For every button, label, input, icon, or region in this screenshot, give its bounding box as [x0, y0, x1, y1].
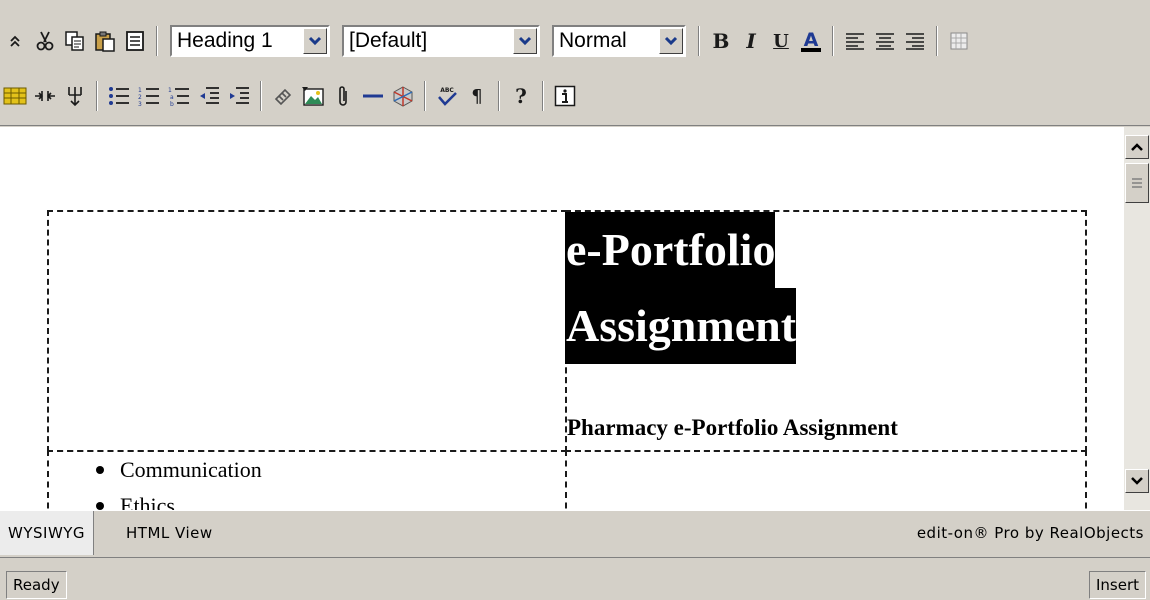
spellcheck-icon[interactable]: ABC [435, 84, 459, 108]
table-cell-top-left[interactable] [47, 210, 567, 452]
bold-icon[interactable]: B [709, 29, 733, 53]
paste-icon[interactable] [93, 29, 117, 53]
paste-text-icon[interactable] [123, 29, 147, 53]
selected-heading-line-2[interactable]: Assignment [565, 288, 797, 364]
view-tabs: WYSIWYG HTML View edit-on® Pro by RealOb… [0, 510, 1150, 558]
copy-icon[interactable] [63, 29, 87, 53]
align-right-icon[interactable] [903, 29, 927, 53]
scroll-thumb[interactable] [1125, 163, 1149, 203]
insert-image-icon[interactable] [301, 84, 325, 108]
table-properties-icon[interactable] [3, 84, 27, 108]
svg-text:A: A [804, 29, 819, 51]
paragraph-style-select[interactable]: Heading 1 [170, 25, 330, 57]
indent-icon[interactable] [227, 84, 251, 108]
attachment-icon[interactable] [331, 84, 355, 108]
paragraph-marks-icon[interactable]: ¶ [465, 84, 489, 108]
vertical-scrollbar[interactable] [1124, 127, 1150, 510]
tab-html-view[interactable]: HTML View [118, 511, 221, 555]
toolbar-separator [832, 26, 834, 56]
toolbar-row-1: Heading 1 [Default] Normal B I U A [0, 21, 974, 61]
svg-text:1: 1 [168, 87, 172, 94]
status-insert-mode: Insert [1088, 571, 1146, 599]
align-center-icon[interactable] [873, 29, 897, 53]
toolbar-separator [698, 26, 700, 56]
bullet-icon [96, 501, 104, 510]
svg-text:2: 2 [138, 94, 142, 101]
svg-text:ABC: ABC [440, 87, 454, 94]
svg-text:a: a [170, 94, 174, 101]
scroll-up-button[interactable] [1125, 135, 1149, 159]
status-bar: Ready Insert [0, 559, 1150, 600]
insert-object-icon[interactable] [391, 84, 415, 108]
svg-text:b: b [170, 101, 174, 107]
list-item[interactable]: Communication [96, 457, 262, 483]
cut-icon[interactable] [33, 29, 57, 53]
paragraph-style-select-value: Heading 1 [177, 29, 273, 52]
help-icon[interactable]: ? [509, 84, 533, 108]
list-item[interactable]: Ethics [96, 493, 175, 510]
split-cell-icon[interactable] [33, 84, 57, 108]
merge-cell-icon[interactable] [63, 84, 87, 108]
toolbar-separator [156, 26, 158, 56]
font-family-select-dropdown-button[interactable] [513, 28, 537, 54]
toolbar-separator [936, 26, 938, 56]
bullet-icon [96, 465, 104, 474]
collapse-toolbar-icon[interactable] [3, 29, 27, 53]
numbered-list-icon[interactable]: 123 [137, 84, 161, 108]
chevron-down-icon [1131, 477, 1143, 485]
chevron-down-icon [664, 36, 678, 46]
toolbar-separator [424, 81, 426, 111]
font-family-select-value: [Default] [349, 29, 428, 52]
toolbar-row-2: 1 2 3 1 a b ABC ¶? [0, 76, 580, 116]
svg-text:1: 1 [138, 87, 142, 94]
toolbar-separator [542, 81, 544, 111]
toolbar-separator [260, 81, 262, 111]
info-icon[interactable] [553, 84, 577, 108]
toolbar-separator [498, 81, 500, 111]
font-size-select-dropdown-button[interactable] [659, 28, 683, 54]
outdent-icon[interactable] [197, 84, 221, 108]
subtitle-text[interactable]: Pharmacy e-Portfolio Assignment [567, 415, 898, 441]
chevron-down-icon [518, 36, 532, 46]
underline-icon[interactable]: U [769, 29, 793, 53]
horizontal-rule-icon[interactable] [361, 84, 385, 108]
tab-wysiwyg[interactable]: WYSIWYG [0, 511, 95, 555]
font-size-select-value: Normal [559, 29, 627, 52]
svg-text:3: 3 [138, 101, 142, 107]
bulleted-list-icon[interactable] [107, 84, 131, 108]
font-color-icon[interactable]: A [799, 29, 823, 53]
hyperlink-icon[interactable] [271, 84, 295, 108]
grip-icon [1132, 178, 1142, 188]
chevron-up-icon [1131, 143, 1143, 151]
paragraph-style-select-dropdown-button[interactable] [303, 28, 327, 54]
toolbar: Heading 1 [Default] Normal B I U A 1 2 3 1 a b ABC ¶? [0, 0, 1150, 126]
editor-canvas[interactable]: e-Portfolio Assignment Pharmacy e-Portfo… [0, 127, 1124, 510]
chevron-down-icon [308, 36, 322, 46]
selected-heading-line-1[interactable]: e-Portfolio [565, 212, 776, 288]
align-left-icon[interactable] [843, 29, 867, 53]
italic-icon[interactable]: I [739, 29, 763, 53]
brand-label: edit-on® Pro by RealObjects [916, 524, 1144, 542]
font-size-select[interactable]: Normal [552, 25, 686, 57]
table-icon[interactable] [947, 29, 971, 53]
toolbar-separator [96, 81, 98, 111]
table-cell-bottom-right[interactable] [565, 450, 1087, 510]
multilevel-list-icon[interactable]: 1ab [167, 84, 191, 108]
status-ready: Ready [6, 571, 67, 599]
font-family-select[interactable]: [Default] [342, 25, 540, 57]
scroll-down-button[interactable] [1125, 469, 1149, 493]
